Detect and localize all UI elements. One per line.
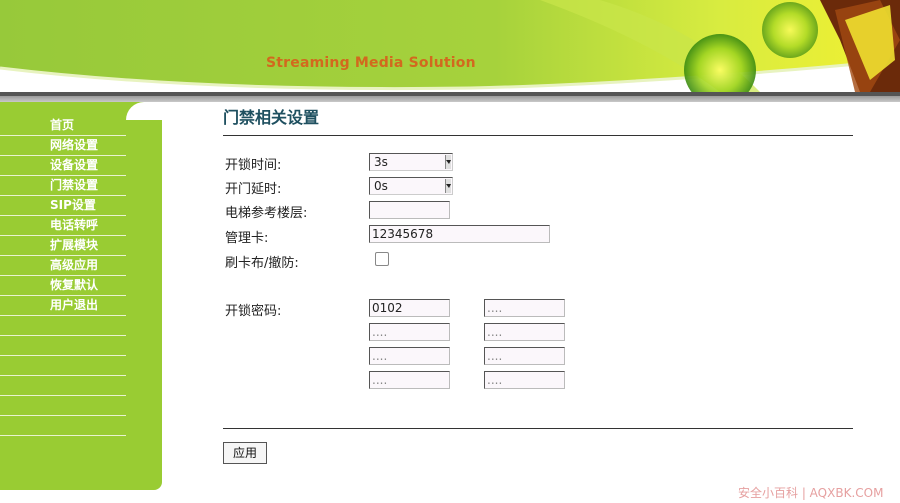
elevator-floor-label: 电梯参考楼层: [225, 206, 308, 221]
page-title: 门禁相关设置 [223, 108, 320, 127]
sidebar-item-access-control[interactable]: 门禁设置 [0, 176, 126, 196]
sidebar-divider [0, 336, 126, 356]
unlock-password-label: 开锁密码: [225, 304, 282, 319]
door-delay-value: 0s [374, 179, 388, 193]
admin-card-input[interactable]: 12345678 [369, 225, 550, 243]
sidebar-item-advanced[interactable]: 高级应用 [0, 256, 126, 276]
sidebar-divider [0, 316, 126, 336]
chevron-down-icon [445, 179, 451, 193]
unlock-time-select[interactable]: 3s [369, 153, 453, 171]
sidebar-item-extension[interactable]: 扩展模块 [0, 236, 126, 256]
unlock-password-input[interactable]: .... [484, 371, 565, 389]
unlock-password-input[interactable]: .... [484, 347, 565, 365]
unlock-password-input[interactable]: .... [484, 299, 565, 317]
header-divider [0, 92, 900, 102]
footer-divider [223, 428, 853, 429]
unlock-time-value: 3s [374, 155, 388, 169]
banner-graphic [0, 0, 900, 92]
sidebar-item-logout[interactable]: 用户退出 [0, 296, 126, 316]
sidebar-item-home[interactable]: 首页 [0, 116, 126, 136]
card-arm-label: 刷卡布/撤防: [225, 256, 299, 271]
unlock-password-input[interactable]: .... [369, 371, 450, 389]
card-arm-checkbox[interactable] [375, 252, 389, 266]
chevron-down-icon [445, 155, 451, 169]
elevator-floor-input[interactable] [369, 201, 450, 219]
sidebar-item-call-forward[interactable]: 电话转呼 [0, 216, 126, 236]
header-banner: Streaming Media Solution [0, 0, 900, 92]
unlock-password-input[interactable]: .... [369, 323, 450, 341]
unlock-time-label: 开锁时间: [225, 158, 282, 173]
sidebar-divider [0, 396, 126, 416]
sidebar-divider [0, 356, 126, 376]
sidebar-divider [0, 376, 126, 396]
door-delay-label: 开门延时: [225, 182, 282, 197]
sidebar-item-restore-default[interactable]: 恢复默认 [0, 276, 126, 296]
watermark: 安全小百科 | AQXBK.COM [738, 486, 884, 500]
admin-card-label: 管理卡: [225, 231, 269, 246]
unlock-password-input[interactable]: .... [484, 323, 565, 341]
sidebar-item-sip[interactable]: SIP设置 [0, 196, 126, 216]
unlock-password-input[interactable]: 0102 [369, 299, 450, 317]
title-divider [223, 135, 853, 136]
header-title: Streaming Media Solution [266, 55, 476, 71]
apply-button[interactable]: 应用 [223, 442, 267, 464]
unlock-password-input[interactable]: .... [369, 347, 450, 365]
sidebar-divider [0, 416, 126, 436]
sidebar-item-device[interactable]: 设备设置 [0, 156, 126, 176]
sidebar-nav: 首页 网络设置 设备设置 门禁设置 SIP设置 电话转呼 扩展模块 高级应用 恢… [0, 116, 126, 436]
sidebar-item-network[interactable]: 网络设置 [0, 136, 126, 156]
door-delay-select[interactable]: 0s [369, 177, 453, 195]
